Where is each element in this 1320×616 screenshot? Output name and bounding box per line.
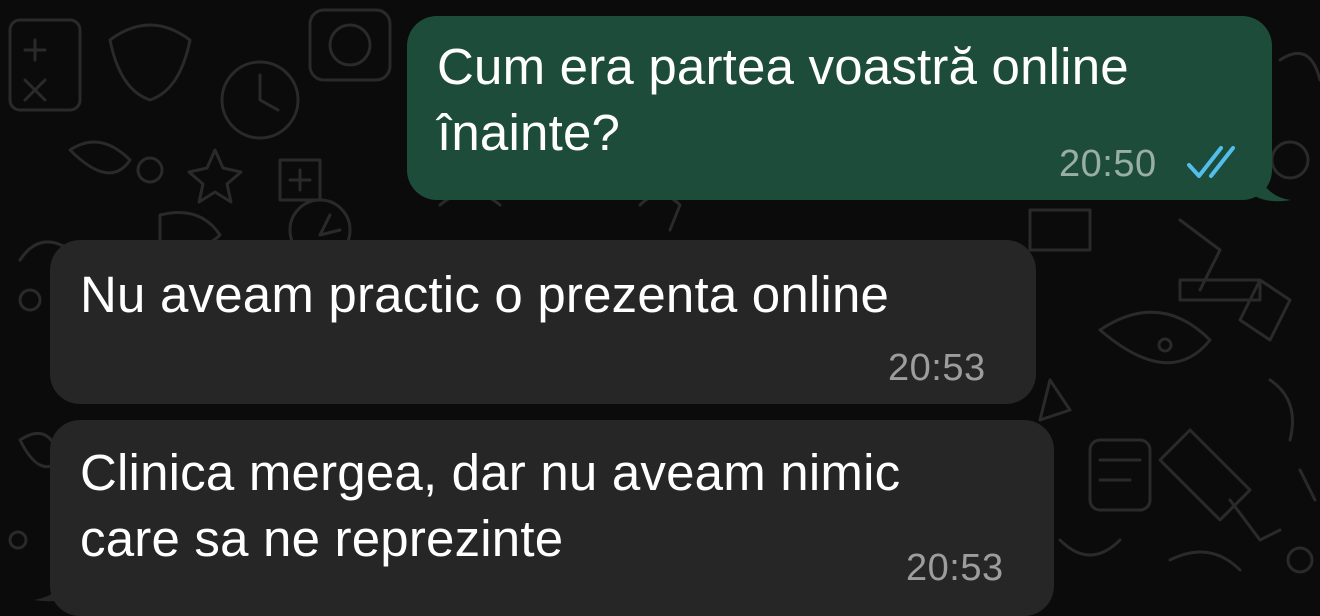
double-check-read-icon <box>1187 146 1235 178</box>
message-timestamp: 20:53 <box>888 347 986 389</box>
message-timestamp: 20:50 <box>1059 143 1157 185</box>
message-text: Nu aveam practic o prezenta online <box>80 266 890 323</box>
message-timestamp: 20:53 <box>906 547 1004 589</box>
outgoing-message-bubble[interactable]: Cum era partea voastră online înainte? 2… <box>407 16 1272 200</box>
incoming-message-bubble[interactable]: Clinica mergea, dar nu aveam nimic care … <box>50 420 1054 616</box>
message-text: Clinica mergea, dar nu aveam nimic care … <box>80 444 901 567</box>
incoming-message-bubble[interactable]: Nu aveam practic o prezenta online 20:53 <box>50 240 1036 404</box>
